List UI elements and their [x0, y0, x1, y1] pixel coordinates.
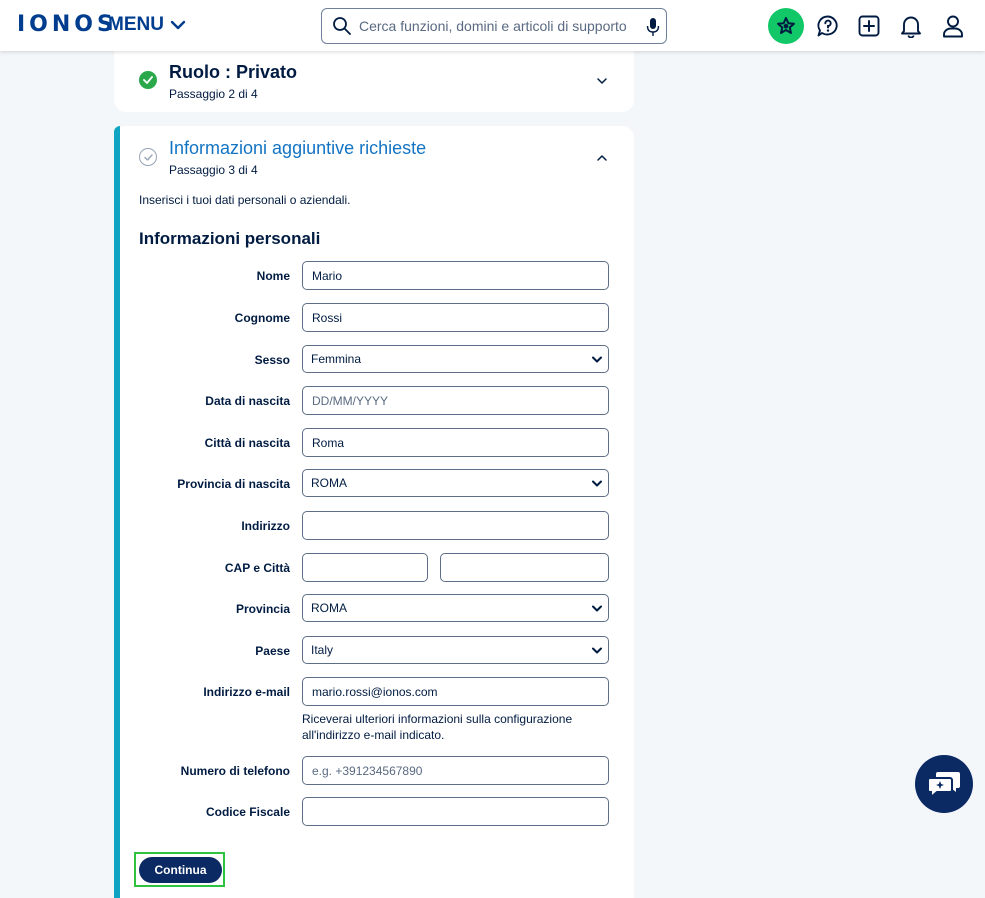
step-subtitle: Passaggio 2 di 4	[169, 87, 258, 101]
help-button[interactable]	[810, 8, 846, 44]
cognome-input[interactable]	[302, 303, 609, 332]
step-title: Informazioni aggiuntive richieste	[169, 138, 427, 158]
provincia-select[interactable]: ROMA	[302, 594, 609, 622]
codice-fiscale-input[interactable]	[302, 797, 609, 826]
form-row-sesso: Sesso Femmina	[114, 345, 634, 375]
form-row-citta-nascita: Città di nascita	[114, 428, 634, 458]
form-row-nome: Nome	[114, 261, 634, 291]
step-title: Ruolo : Privato	[169, 62, 298, 82]
form-intro: Inserisci i tuoi dati personali o aziend…	[139, 193, 351, 207]
bell-icon	[901, 16, 921, 38]
field-label: Nome	[256, 269, 290, 283]
form-row-cognome: Cognome	[114, 303, 634, 333]
citta-input[interactable]	[440, 553, 609, 582]
form-row-indirizzo: Indirizzo	[114, 511, 634, 541]
notifications-button[interactable]	[893, 8, 929, 44]
field-label: Data di nascita	[205, 394, 290, 408]
form-row-paese: Paese Italy	[114, 636, 634, 666]
chevron-down-icon	[592, 480, 602, 487]
field-label: CAP e Città	[224, 561, 290, 575]
field-label: Paese	[255, 644, 290, 658]
chevron-down-icon	[592, 605, 602, 612]
account-button[interactable]	[935, 8, 971, 44]
select-value: ROMA	[311, 476, 347, 490]
email-hint: Riceverai ulteriori informazioni sulla c…	[302, 712, 573, 742]
menu-label: MENU	[108, 14, 164, 35]
check-circle-icon	[139, 71, 157, 89]
form-row-email: Indirizzo e-mail Riceverai ulteriori inf…	[114, 677, 634, 747]
chevron-down-icon	[592, 356, 602, 363]
section-title: Informazioni personali	[139, 229, 321, 248]
chat-bubbles-icon	[927, 772, 960, 799]
step-card-additional-info: Informazioni aggiuntive richieste Passag…	[114, 126, 634, 898]
field-label: Città di nascita	[204, 436, 290, 450]
top-header: IONOS MENU	[0, 0, 985, 51]
email-input[interactable]	[302, 677, 609, 706]
form-row-cap-citta: CAP e Città	[114, 553, 634, 583]
continue-button[interactable]: Continua	[139, 857, 222, 883]
chevron-down-icon	[592, 647, 602, 654]
help-bubble-icon	[817, 15, 838, 37]
field-label: Indirizzo	[241, 519, 290, 533]
field-label: Provincia	[235, 602, 290, 616]
field-label: Cognome	[234, 311, 290, 325]
chat-assistant-button[interactable]	[915, 755, 973, 813]
data-nascita-input[interactable]	[302, 386, 609, 415]
chevron-up-icon[interactable]	[596, 154, 608, 162]
form-row-telefono: Numero di telefono	[114, 756, 634, 786]
select-value: Femmina	[311, 352, 362, 366]
nome-input[interactable]	[302, 261, 609, 290]
form-row-codice-fiscale: Codice Fiscale	[114, 797, 634, 827]
field-label: Numero di telefono	[180, 764, 290, 778]
user-icon	[943, 15, 963, 38]
continue-button-highlight: Continua	[134, 852, 225, 887]
field-label: Sesso	[254, 353, 290, 367]
microphone-icon[interactable]	[646, 17, 660, 37]
plus-square-icon	[858, 15, 880, 37]
search-box	[321, 8, 667, 44]
check-circle-outline-icon	[139, 148, 157, 166]
field-label: Codice Fiscale	[205, 805, 290, 819]
search-input[interactable]	[359, 15, 639, 37]
cap-input[interactable]	[302, 553, 428, 582]
favorites-button[interactable]	[768, 8, 804, 44]
chevron-down-icon[interactable]	[596, 77, 608, 85]
field-label: Provincia di nascita	[177, 477, 290, 491]
form-row-provincia-nascita: Provincia di nascita ROMA	[114, 469, 634, 499]
sesso-select[interactable]: Femmina	[302, 345, 609, 373]
select-value: Italy	[311, 643, 334, 657]
paese-select[interactable]: Italy	[302, 636, 609, 664]
step-subtitle: Passaggio 3 di 4	[169, 163, 258, 177]
provincia-nascita-select[interactable]: ROMA	[302, 469, 609, 497]
ionos-logo[interactable]: IONOS	[17, 12, 117, 37]
form-row-provincia: Provincia ROMA	[114, 594, 634, 624]
star-icon	[777, 17, 795, 34]
search-icon	[333, 17, 351, 35]
indirizzo-input[interactable]	[302, 511, 609, 540]
add-button[interactable]	[851, 8, 887, 44]
form-row-data-nascita: Data di nascita	[114, 386, 634, 416]
field-label: Indirizzo e-mail	[203, 685, 290, 699]
select-value: ROMA	[311, 601, 347, 615]
chevron-down-icon	[170, 20, 186, 30]
citta-nascita-input[interactable]	[302, 428, 609, 457]
menu-button[interactable]: MENU	[108, 14, 186, 36]
telefono-input[interactable]	[302, 756, 609, 785]
